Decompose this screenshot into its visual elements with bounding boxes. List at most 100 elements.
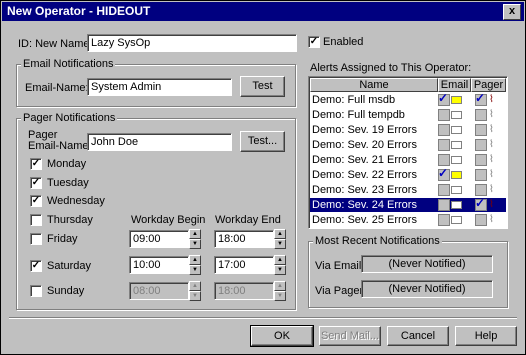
alert-row[interactable]: Demo: Sev. 25 Errors ⌇ — [310, 213, 506, 227]
envelope-icon — [451, 186, 462, 194]
pager-icon: ⌇ — [489, 94, 494, 105]
pager-icon: ⌇ — [489, 154, 494, 165]
alert-name: Demo: Sev. 24 Errors — [312, 199, 417, 211]
via-email-label: Via Email: — [315, 260, 365, 272]
alert-name: Demo: Sev. 19 Errors — [312, 124, 417, 136]
via-email-value: (Never Notified) — [361, 255, 493, 273]
alerts-list[interactable]: Name Email Pager Demo: Full msdb ✓ ⌇ ✓ Demo:… — [308, 76, 508, 229]
saturday-end-input[interactable]: 17:00 — [214, 256, 274, 274]
envelope-icon — [451, 126, 462, 134]
alert-name: Demo: Sev. 25 Errors — [312, 214, 417, 226]
envelope-icon — [451, 171, 462, 179]
check-icon: ✓ — [438, 166, 449, 180]
email-checkbox[interactable] — [438, 109, 450, 121]
sunday-end-spinner[interactable]: ▲ ▼ — [274, 281, 286, 301]
send-mail-button[interactable]: Send Mail... — [319, 326, 381, 346]
pager-icon: ⌇ — [489, 199, 494, 210]
email-checkbox[interactable] — [438, 124, 450, 136]
pager-icon: ⌇ — [489, 124, 494, 135]
enabled-checkbox[interactable]: ✓ — [308, 36, 320, 48]
alert-row[interactable]: Demo: Sev. 23 Errors ⌇ — [310, 183, 506, 197]
via-pager-label: Via Pager: — [315, 285, 367, 297]
email-checkbox[interactable] — [438, 184, 450, 196]
alert-row[interactable]: Demo: Sev. 24 Errors ⌇ ✓ — [310, 196, 506, 212]
wednesday-checkbox[interactable]: ✓ — [30, 195, 42, 207]
operator-name-input[interactable]: Lazy SysOp — [87, 34, 297, 52]
pager-checkbox[interactable] — [475, 109, 487, 121]
pager-checkbox[interactable] — [475, 184, 487, 196]
check-icon: ✓ — [438, 91, 449, 105]
thursday-label: Thursday — [47, 214, 93, 226]
alert-row[interactable]: Demo: Sev. 19 Errors ⌇ — [310, 123, 506, 137]
check-icon: ✓ — [475, 196, 486, 210]
saturday-begin-input[interactable]: 10:00 — [129, 256, 189, 274]
email-checkbox[interactable] — [438, 214, 450, 226]
pager-checkbox[interactable] — [475, 154, 487, 166]
alert-name: Demo: Sev. 23 Errors — [312, 184, 417, 196]
email-checkbox[interactable] — [438, 199, 450, 211]
tuesday-checkbox[interactable]: ✓ — [30, 177, 42, 189]
friday-end-input[interactable]: 18:00 — [214, 230, 274, 248]
check-icon: ✓ — [475, 91, 486, 105]
pager-email-name-input[interactable]: John Doe — [87, 133, 232, 151]
alert-row[interactable]: Demo: Full tempdb ⌇ — [310, 108, 506, 122]
email-name-label: Email-Name: — [25, 82, 89, 94]
alert-name: Demo: Sev. 22 Errors — [312, 169, 417, 181]
pager-icon: ⌇ — [489, 139, 494, 150]
email-checkbox[interactable] — [438, 154, 450, 166]
pager-test-button[interactable]: Test... — [240, 131, 285, 152]
column-header-name[interactable]: Name — [310, 78, 438, 92]
workday-end-label: Workday End — [215, 214, 281, 226]
sunday-end-input[interactable]: 18:00 — [214, 282, 274, 300]
email-checkbox[interactable] — [438, 139, 450, 151]
envelope-icon — [451, 201, 462, 209]
alert-row[interactable]: Demo: Full msdb ✓ ⌇ ✓ — [310, 91, 506, 107]
alert-name: Demo: Full msdb — [312, 94, 396, 106]
envelope-icon — [451, 156, 462, 164]
pager-checkbox[interactable] — [475, 124, 487, 136]
pager-checkbox[interactable] — [475, 139, 487, 151]
pager-icon: ⌇ — [489, 214, 494, 225]
pager-checkbox[interactable] — [475, 214, 487, 226]
alert-row[interactable]: Demo: Sev. 21 Errors ⌇ — [310, 153, 506, 167]
alert-name: Demo: Sev. 20 Errors — [312, 139, 417, 151]
friday-end-spinner[interactable]: ▲ ▼ — [274, 229, 286, 249]
column-header-pager[interactable]: Pager — [471, 78, 506, 92]
ok-button[interactable]: OK — [250, 325, 314, 347]
alert-name: Demo: Sev. 21 Errors — [312, 154, 417, 166]
help-button[interactable]: Help — [455, 326, 517, 346]
friday-begin-input[interactable]: 09:00 — [129, 230, 189, 248]
tuesday-label: Tuesday — [47, 177, 89, 189]
enabled-label: Enabled — [323, 36, 364, 48]
cancel-button[interactable]: Cancel — [387, 326, 449, 346]
pager-notifications-title: Pager Notifications — [21, 112, 118, 124]
saturday-label: Saturday — [47, 260, 92, 272]
via-pager-value: (Never Notified) — [361, 280, 493, 298]
pager-icon: ⌇ — [489, 109, 494, 120]
sunday-begin-input[interactable]: 08:00 — [129, 282, 189, 300]
pager-checkbox[interactable] — [475, 169, 487, 181]
friday-begin-spinner[interactable]: ▲ ▼ — [189, 229, 201, 249]
sunday-checkbox[interactable] — [30, 285, 42, 297]
friday-checkbox[interactable] — [30, 233, 42, 245]
recent-notifications-title: Most Recent Notifications — [313, 235, 442, 247]
saturday-begin-spinner[interactable]: ▲ ▼ — [189, 255, 201, 275]
alert-row[interactable]: Demo: Sev. 20 Errors ⌇ — [310, 138, 506, 152]
monday-checkbox[interactable]: ✓ — [30, 158, 42, 170]
alert-row[interactable]: Demo: Sev. 22 Errors ✓ ⌇ — [310, 166, 506, 182]
workday-begin-label: Workday Begin — [131, 214, 206, 226]
new-operator-dialog: New Operator - HIDEOUT x ID: New Name: L… — [0, 0, 526, 355]
email-notifications-title: Email Notifications — [21, 58, 116, 70]
alerts-title: Alerts Assigned to This Operator: — [310, 62, 472, 74]
column-header-email[interactable]: Email — [438, 78, 471, 92]
monday-label: Monday — [47, 158, 87, 170]
email-name-input[interactable]: System Admin — [87, 78, 232, 96]
pager-icon: ⌇ — [489, 169, 494, 180]
saturday-end-spinner[interactable]: ▲ ▼ — [274, 255, 286, 275]
thursday-checkbox[interactable] — [30, 214, 42, 226]
sunday-begin-spinner[interactable]: ▲ ▼ — [189, 281, 201, 301]
email-test-button[interactable]: Test — [240, 76, 285, 97]
saturday-checkbox[interactable]: ✓ — [30, 260, 42, 272]
close-icon[interactable]: x — [503, 4, 521, 20]
envelope-icon — [451, 141, 462, 149]
